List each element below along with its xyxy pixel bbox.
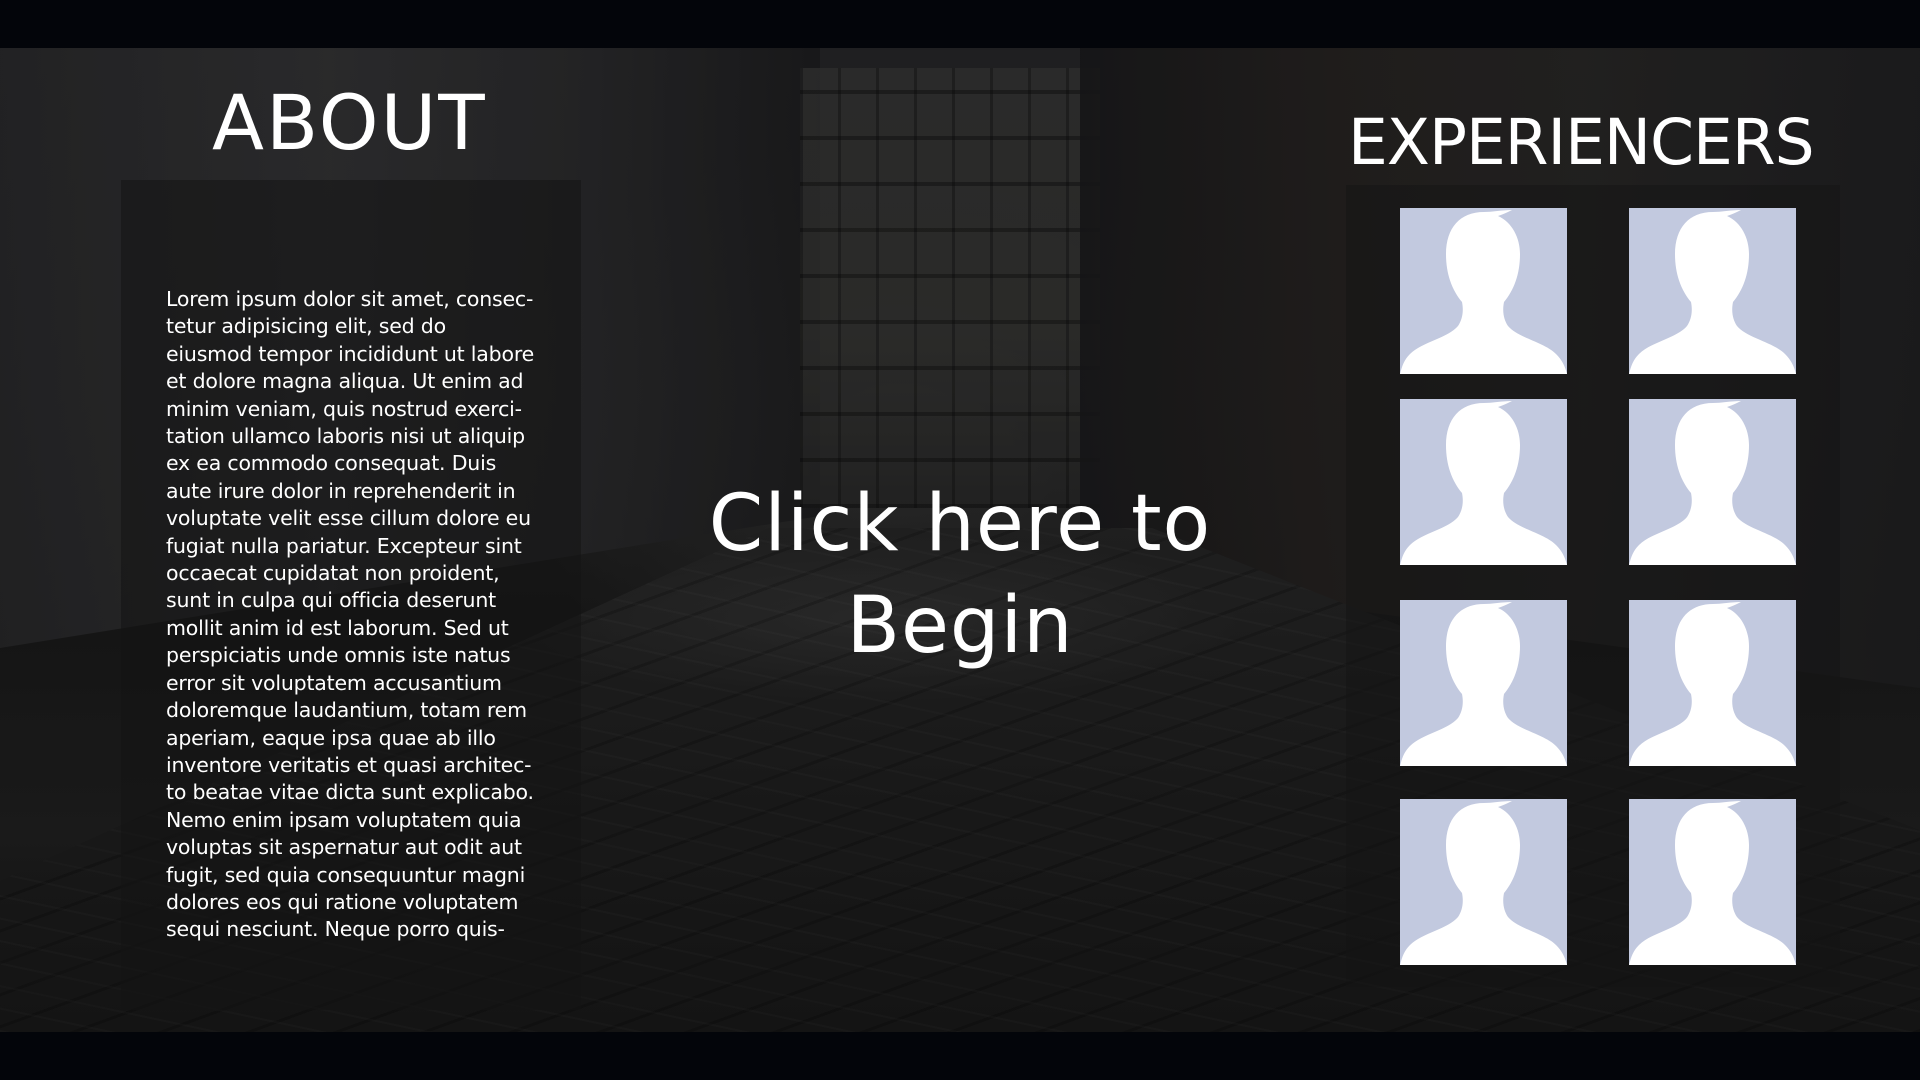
default-profile-silhouette-icon (1400, 401, 1567, 565)
default-profile-silhouette-icon (1629, 801, 1796, 965)
experiencer-avatar[interactable] (1400, 799, 1567, 965)
begin-line-2: Begin (846, 581, 1074, 671)
default-profile-silhouette-icon (1629, 401, 1796, 565)
experiencer-avatar[interactable] (1629, 208, 1796, 374)
begin-line-1: Click here to (708, 479, 1212, 569)
letterbox-bottom (0, 1032, 1920, 1080)
default-profile-silhouette-icon (1629, 210, 1796, 374)
default-profile-silhouette-icon (1400, 602, 1567, 766)
experiencer-avatar[interactable] (1629, 799, 1796, 965)
experiencer-avatar[interactable] (1400, 600, 1567, 766)
experiencers-title: EXPERIENCERS (1348, 106, 1815, 179)
click-to-begin-button[interactable]: Click here to Begin (680, 470, 1240, 680)
default-profile-silhouette-icon (1400, 210, 1567, 374)
default-profile-silhouette-icon (1629, 602, 1796, 766)
experiencer-avatar[interactable] (1629, 600, 1796, 766)
experiencer-avatar[interactable] (1400, 399, 1567, 565)
letterbox-top (0, 0, 1920, 48)
about-title: ABOUT (212, 78, 487, 167)
experiencer-avatar[interactable] (1400, 208, 1567, 374)
default-profile-silhouette-icon (1400, 801, 1567, 965)
experiencer-avatar[interactable] (1629, 399, 1796, 565)
about-body-text: Lorem ipsum dolor sit amet, consec­tetur… (166, 287, 535, 942)
